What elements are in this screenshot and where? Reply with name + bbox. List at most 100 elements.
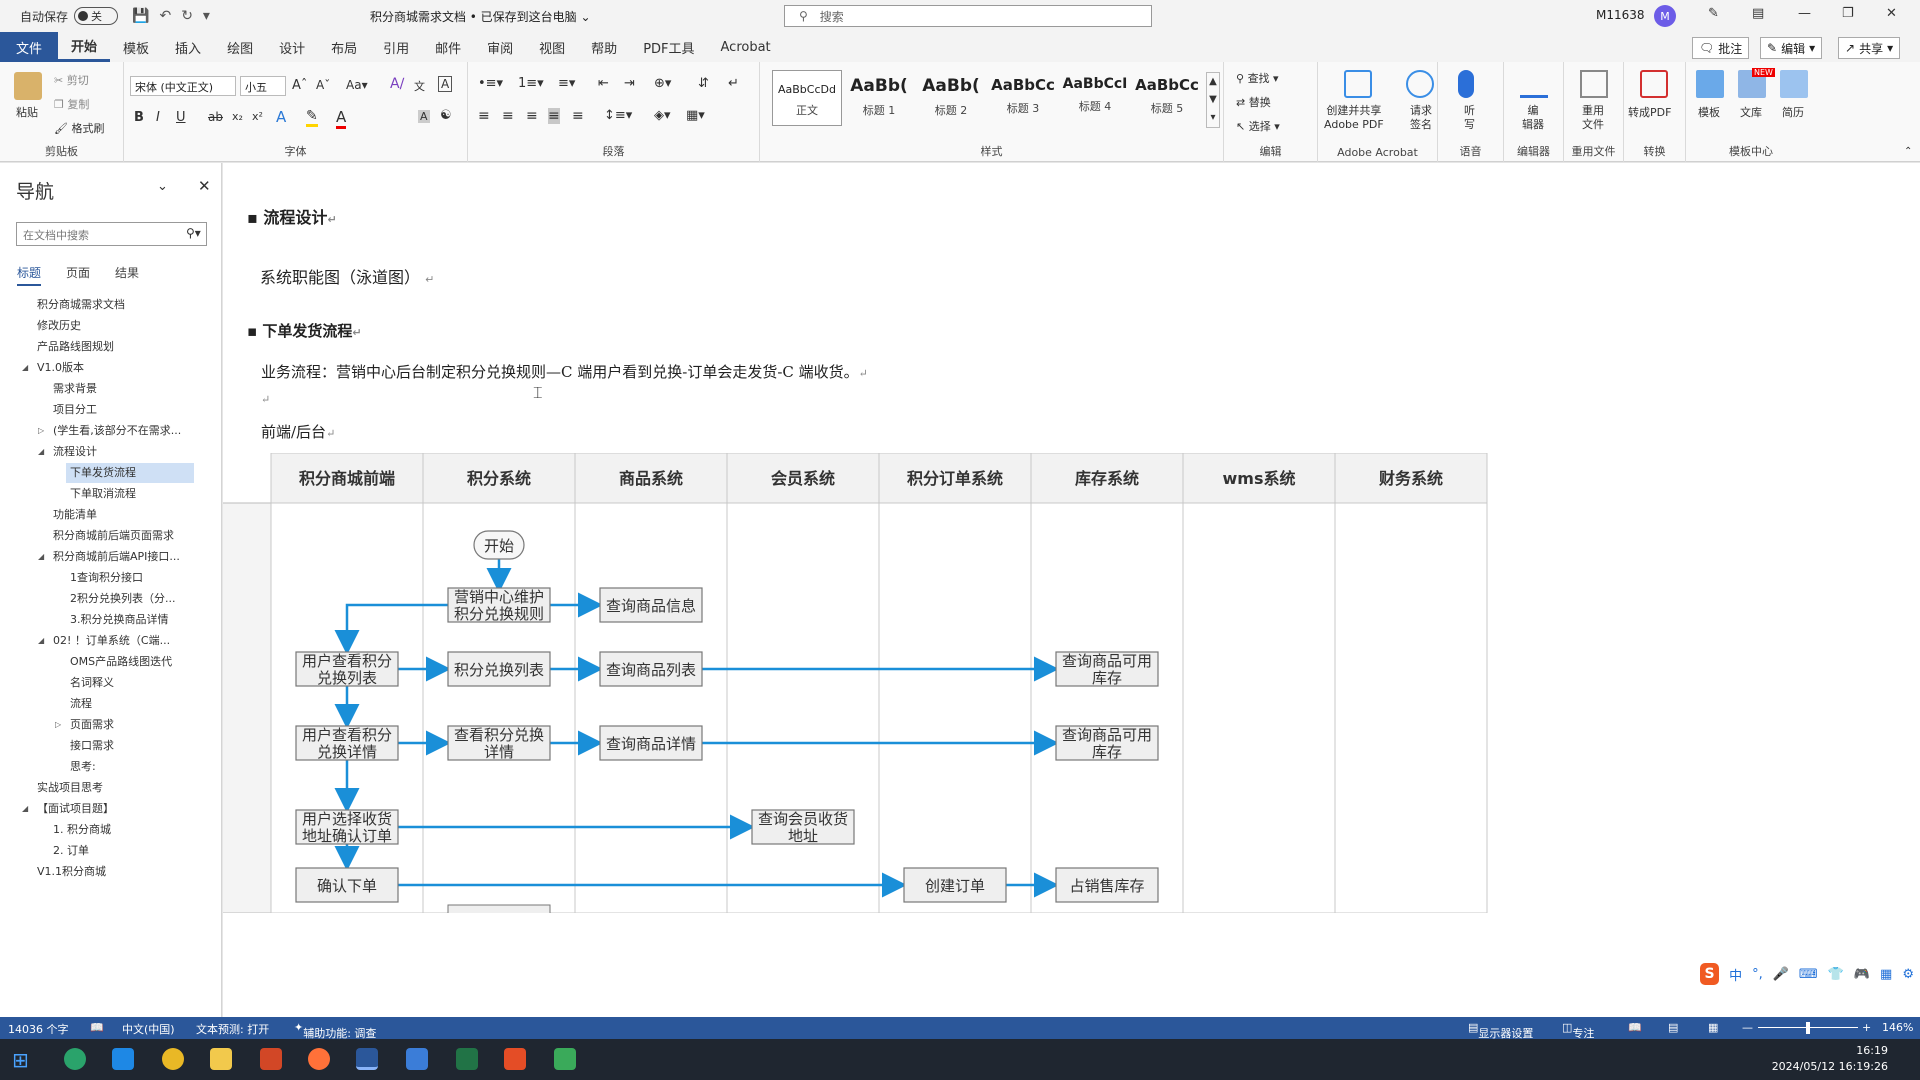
tab-design[interactable]: 设计: [266, 32, 318, 62]
increase-indent-icon[interactable]: ⇥: [624, 76, 635, 91]
voice-input-icon[interactable]: 🎤: [1773, 967, 1789, 982]
save-icon[interactable]: 💾: [132, 8, 149, 24]
nav-item[interactable]: 积分商城需求文档: [37, 295, 125, 315]
char-shading-icon[interactable]: A: [418, 110, 430, 123]
ime-mode[interactable]: 中: [1729, 965, 1742, 984]
editing-mode-button[interactable]: ✎ 编辑 ▾: [1760, 37, 1823, 59]
expand-triangle-icon[interactable]: ◢: [22, 799, 28, 819]
font-name-select[interactable]: 宋体 (中文正文): [130, 76, 236, 96]
skin-icon[interactable]: 👕: [1828, 967, 1844, 982]
print-layout-icon[interactable]: ▤: [1668, 1021, 1678, 1034]
nav-search-input[interactable]: 在文档中搜索: [16, 222, 207, 246]
xmind-icon[interactable]: [504, 1048, 526, 1070]
select-button[interactable]: ↖ 选择 ▾: [1236, 118, 1280, 134]
styles-scroll-icon[interactable]: ▲ ▼ ▾: [1206, 72, 1220, 128]
firefox-icon[interactable]: [308, 1048, 330, 1070]
nav-close-icon[interactable]: ✕: [198, 177, 211, 195]
tab-acrobat[interactable]: Acrobat: [708, 32, 784, 62]
file-explorer-icon[interactable]: [210, 1048, 232, 1070]
distributed-icon[interactable]: ≡: [572, 108, 584, 124]
toolbox-icon[interactable]: ▦: [1880, 967, 1892, 982]
style-heading-5[interactable]: AaBbCc 标题 5: [1132, 70, 1202, 126]
language-status[interactable]: 中文(中国): [122, 1021, 175, 1037]
nav-item[interactable]: 下单取消流程: [70, 484, 136, 504]
expand-triangle-icon[interactable]: ◢: [38, 547, 44, 567]
clear-format-icon[interactable]: A∕: [390, 76, 404, 92]
tab-insert[interactable]: 插入: [162, 32, 214, 62]
library-button[interactable]: 文库: [1740, 104, 1762, 120]
nav-item[interactable]: 名词释义: [70, 673, 114, 693]
comment-button[interactable]: 🗨 批注: [1692, 37, 1750, 59]
paste-button[interactable]: 粘贴: [16, 104, 38, 120]
editor-pen-icon[interactable]: [1520, 70, 1548, 98]
nav-item[interactable]: 流程设计: [53, 442, 97, 462]
subscript-icon[interactable]: x₂: [232, 110, 243, 123]
ime-toolbar[interactable]: S 中 °, 🎤 ⌨ 👕 🎮 ▦ ⚙: [1694, 960, 1914, 988]
nav-search-icon[interactable]: ⚲▾: [186, 226, 201, 240]
tab-template[interactable]: 模板: [110, 32, 162, 62]
underline-icon[interactable]: U: [176, 110, 186, 125]
web-layout-icon[interactable]: ▦: [1708, 1021, 1718, 1034]
read-mode-icon[interactable]: 📖: [1628, 1021, 1642, 1034]
nav-item[interactable]: 1. 积分商城: [53, 820, 111, 840]
italic-icon[interactable]: I: [156, 110, 160, 125]
multilevel-list-icon[interactable]: ≡▾: [558, 76, 575, 91]
template-icon[interactable]: [1696, 70, 1724, 98]
nav-item[interactable]: 2. 订单: [53, 841, 89, 861]
tab-view[interactable]: 视图: [526, 32, 578, 62]
keyboard-icon[interactable]: ⌨: [1799, 967, 1818, 982]
shading-icon[interactable]: ◈▾: [654, 108, 671, 123]
nav-item[interactable]: 需求背景: [53, 379, 97, 399]
tab-references[interactable]: 引用: [370, 32, 422, 62]
share-button[interactable]: ↗ 共享 ▾: [1838, 37, 1901, 59]
expand-triangle-icon[interactable]: ◢: [22, 358, 28, 378]
nav-tab-results[interactable]: 结果: [115, 264, 139, 281]
to-pdf-button[interactable]: 转成PDF: [1628, 104, 1671, 120]
nav-item[interactable]: OMS产品路线图迭代: [70, 652, 172, 672]
reuse-files-icon[interactable]: [1580, 70, 1608, 98]
bullets-icon[interactable]: •≡▾: [478, 76, 503, 91]
search-input[interactable]: ⚲ 搜索: [784, 5, 1152, 27]
create-share-pdf-button[interactable]: 创建并共享 Adobe PDF: [1324, 104, 1384, 132]
nav-item[interactable]: 功能清单: [53, 505, 97, 525]
nav-tab-pages[interactable]: 页面: [66, 264, 90, 281]
undo-icon[interactable]: ↶: [159, 8, 171, 24]
ime-settings-icon[interactable]: ⚙: [1902, 967, 1914, 982]
zoom-level[interactable]: 146%: [1882, 1021, 1913, 1034]
collapsed-triangle-icon[interactable]: ▷: [55, 715, 61, 735]
nav-item-selected[interactable]: 下单发货流程: [66, 463, 194, 483]
account-name[interactable]: M11638: [1596, 8, 1645, 22]
strikethrough-icon[interactable]: ab: [208, 110, 223, 124]
nav-item[interactable]: 3.积分兑换商品详情: [70, 610, 169, 630]
grow-font-icon[interactable]: Aˆ: [292, 78, 307, 93]
create-pdf-icon[interactable]: [1344, 70, 1372, 98]
nav-item[interactable]: 1查询积分接口: [70, 568, 143, 588]
word-icon[interactable]: [356, 1048, 378, 1070]
photos-icon[interactable]: [112, 1048, 134, 1070]
paste-icon[interactable]: [14, 72, 42, 100]
excel-icon[interactable]: [456, 1048, 478, 1070]
copy-button[interactable]: ❐ 复制: [54, 96, 89, 112]
font-size-select[interactable]: 小五: [240, 76, 286, 96]
focus-button[interactable]: ◫ 专注: [1562, 1021, 1594, 1040]
nav-item[interactable]: 产品路线图规划: [37, 337, 114, 357]
document-title[interactable]: 积分商城需求文档 • 已保存到这台电脑 ⌄: [370, 8, 591, 25]
style-normal[interactable]: AaBbCcDd 正文: [772, 70, 842, 126]
nav-item[interactable]: 2积分兑换列表（分...: [70, 589, 176, 609]
tab-help[interactable]: 帮助: [578, 32, 630, 62]
style-heading-2[interactable]: AaBb( 标题 2: [916, 70, 986, 126]
align-left-icon[interactable]: ≡: [478, 108, 490, 124]
nav-tab-headings[interactable]: 标题: [17, 264, 42, 286]
numbering-icon[interactable]: 1≡▾: [518, 76, 544, 91]
text-effects-icon[interactable]: A: [276, 108, 286, 126]
nav-options-icon[interactable]: ⌄: [157, 179, 168, 194]
style-heading-4[interactable]: AaBbCcI 标题 4: [1060, 70, 1130, 126]
expand-triangle-icon[interactable]: ◢: [38, 442, 44, 462]
nav-item[interactable]: 实战项目思考: [37, 778, 103, 798]
collapse-ribbon-icon[interactable]: ⌃: [1904, 146, 1912, 157]
phonetic-guide-icon[interactable]: 文: [414, 78, 425, 94]
text-prediction-status[interactable]: 文本预测: 打开: [196, 1021, 269, 1037]
nav-item[interactable]: V1.0版本: [37, 358, 84, 378]
superscript-icon[interactable]: x²: [252, 110, 263, 123]
tab-mailings[interactable]: 邮件: [422, 32, 474, 62]
